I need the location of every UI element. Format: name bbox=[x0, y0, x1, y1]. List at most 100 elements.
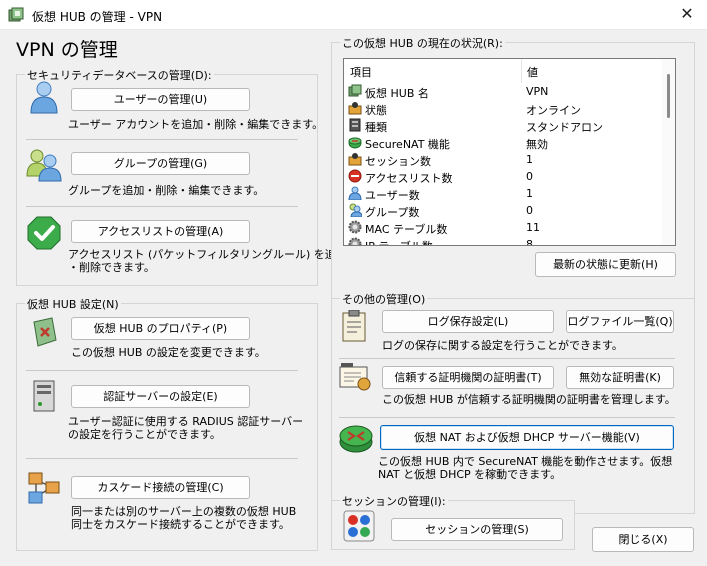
vertical-scrollbar[interactable] bbox=[662, 59, 675, 245]
list-item[interactable]: 種類 スタンドアロン bbox=[344, 117, 664, 134]
manage-access-list-button[interactable]: アクセスリストの管理(A) bbox=[71, 220, 250, 243]
no-entry-icon bbox=[348, 169, 362, 183]
radius-server-description: ユーザー認証に使用する RADIUS 認証サーバー の設定を行うことができます。 bbox=[68, 415, 303, 441]
list-item[interactable]: ユーザー数 1 bbox=[344, 185, 664, 202]
hub-icon bbox=[348, 84, 362, 97]
row-key: SecureNAT 機能 bbox=[365, 138, 450, 151]
row-key: 種類 bbox=[365, 121, 387, 134]
separator bbox=[26, 206, 298, 207]
refresh-status-button[interactable]: 最新の状態に更新(H) bbox=[535, 252, 676, 277]
server-icon bbox=[33, 380, 55, 412]
router-icon bbox=[348, 137, 362, 149]
users-description: ユーザー アカウントを追加・削除・編集できます。 bbox=[68, 118, 324, 131]
nat-description: この仮想 HUB 内で SecureNAT 機能を動作させます。仮想 NAT と… bbox=[378, 455, 672, 481]
group-title: 仮想 HUB 設定(N) bbox=[25, 296, 121, 312]
group-icon bbox=[26, 149, 62, 182]
clipboard-icon bbox=[342, 310, 366, 342]
manage-cascade-button[interactable]: カスケード接続の管理(C) bbox=[71, 476, 250, 499]
app-icon bbox=[8, 7, 24, 22]
row-value: オンライン bbox=[526, 104, 581, 117]
scrollbar-thumb[interactable] bbox=[667, 74, 670, 118]
log-description: ログの保存に関する設定を行うことができます。 bbox=[382, 339, 623, 352]
row-value: 11 bbox=[526, 221, 540, 234]
separator bbox=[26, 139, 298, 140]
page-title: VPN の管理 bbox=[16, 39, 118, 61]
user-icon bbox=[348, 186, 362, 200]
list-item[interactable]: 仮想 HUB 名 VPN bbox=[344, 83, 664, 100]
row-key: IP テーブル数 bbox=[365, 238, 433, 245]
row-key: 状態 bbox=[365, 104, 387, 117]
list-item[interactable]: SecureNAT 機能 無効 bbox=[344, 134, 664, 151]
session-icon bbox=[348, 153, 362, 166]
list-item[interactable]: グループ数 0 bbox=[344, 202, 664, 219]
title-bar: 仮想 HUB の管理 - VPN ✕ bbox=[0, 0, 707, 30]
access-list-description: アクセスリスト (パケットフィルタリングルール) を追加 ・削除できます。 bbox=[68, 248, 347, 274]
status-icon bbox=[348, 102, 362, 115]
row-key: MAC テーブル数 bbox=[365, 223, 448, 236]
access-list-description-line1: アクセスリスト (パケットフィルタリングルール) を追加 bbox=[68, 248, 347, 261]
close-button[interactable]: 閉じる(X) bbox=[592, 527, 694, 552]
status-list-view[interactable]: 項目 値 仮想 HUB 名 VPN 状態 オンライン 種類 スタンドアロン Se… bbox=[343, 58, 676, 246]
separator bbox=[339, 417, 675, 418]
nat-description-line2: NAT と仮想 DHCP を稼動できます。 bbox=[378, 468, 562, 481]
row-value: 0 bbox=[526, 204, 533, 217]
row-key: セッション数 bbox=[365, 155, 431, 168]
type-icon bbox=[349, 118, 361, 132]
manage-groups-button[interactable]: グループの管理(G) bbox=[71, 152, 250, 175]
access-list-description-line2: ・削除できます。 bbox=[68, 261, 155, 274]
virtual-nat-dhcp-button[interactable]: 仮想 NAT および仮想 DHCP サーバー機能(V) bbox=[380, 425, 674, 450]
close-icon[interactable]: ✕ bbox=[667, 0, 707, 30]
manage-sessions-button[interactable]: セッションの管理(S) bbox=[391, 518, 563, 541]
radius-description-line2: の設定を行うことができます。 bbox=[68, 428, 221, 441]
dialog-body: VPN の管理 セキュリティデータベースの管理(D): ユーザーの管理(U) ユ… bbox=[0, 30, 707, 566]
certificate-description: この仮想 HUB が信頼する証明機関の証明書を管理します。 bbox=[382, 393, 676, 406]
log-files-button[interactable]: ログファイル一覧(Q) bbox=[566, 310, 674, 333]
trusted-ca-button[interactable]: 信頼する証明機関の証明書(T) bbox=[382, 366, 554, 389]
row-value: 1 bbox=[526, 187, 533, 200]
list-item[interactable]: セッション数 1 bbox=[344, 151, 664, 168]
list-header: 項目 値 bbox=[344, 59, 664, 83]
row-key: ユーザー数 bbox=[365, 189, 420, 202]
group-title: セッションの管理(I): bbox=[340, 493, 448, 509]
row-value: 1 bbox=[526, 153, 533, 166]
sessions-icon bbox=[343, 510, 375, 542]
cascade-connection-icon bbox=[28, 472, 60, 504]
shield-check-icon bbox=[27, 216, 61, 250]
nat-description-line1: この仮想 HUB 内で SecureNAT 機能を動作させます。仮想 bbox=[378, 455, 673, 468]
row-value: 0 bbox=[526, 170, 533, 183]
column-header-item[interactable]: 項目 bbox=[350, 64, 372, 80]
hub-properties-description: この仮想 HUB の設定を変更できます。 bbox=[71, 346, 266, 359]
list-item[interactable]: IP テーブル数 8 bbox=[344, 236, 664, 246]
row-value: 無効 bbox=[526, 138, 548, 151]
groups-description: グループを追加・削除・編集できます。 bbox=[68, 184, 265, 197]
cascade-description-line2: 同士をカスケード接続することができます。 bbox=[71, 518, 290, 531]
hub-properties-icon bbox=[33, 317, 57, 347]
gear-icon bbox=[348, 237, 362, 245]
user-icon bbox=[30, 81, 58, 114]
separator bbox=[26, 458, 298, 459]
row-value: VPN bbox=[526, 85, 549, 98]
gear-icon bbox=[348, 220, 362, 234]
window-title: 仮想 HUB の管理 - VPN bbox=[32, 10, 163, 24]
list-item[interactable]: 状態 オンライン bbox=[344, 100, 664, 117]
column-divider bbox=[521, 59, 522, 83]
group-icon bbox=[349, 203, 362, 217]
manage-users-button[interactable]: ユーザーの管理(U) bbox=[71, 88, 250, 111]
row-value: 8 bbox=[526, 238, 533, 246]
invalid-certificates-button[interactable]: 無効な証明書(K) bbox=[566, 366, 674, 389]
hub-properties-button[interactable]: 仮想 HUB のプロパティ(P) bbox=[71, 317, 250, 340]
row-key: 仮想 HUB 名 bbox=[365, 87, 429, 100]
radius-description-line1: ユーザー認証に使用する RADIUS 認証サーバー bbox=[68, 415, 304, 428]
column-header-value[interactable]: 値 bbox=[527, 64, 538, 80]
list-item[interactable]: アクセスリスト数 0 bbox=[344, 168, 664, 185]
row-value: スタンドアロン bbox=[526, 121, 603, 134]
group-title: この仮想 HUB の現在の状況(R): bbox=[340, 35, 505, 51]
certificate-icon bbox=[339, 363, 371, 391]
list-item[interactable]: MAC テーブル数 11 bbox=[344, 219, 664, 236]
row-key: グループ数 bbox=[365, 206, 420, 219]
radius-server-settings-button[interactable]: 認証サーバーの設定(E) bbox=[71, 385, 250, 408]
cascade-description: 同一または別のサーバー上の複数の仮想 HUB 同士をカスケード接続することができ… bbox=[71, 505, 296, 531]
cascade-description-line1: 同一または別のサーバー上の複数の仮想 HUB bbox=[71, 505, 297, 518]
row-key: アクセスリスト数 bbox=[365, 172, 453, 185]
log-settings-button[interactable]: ログ保存設定(L) bbox=[382, 310, 554, 333]
